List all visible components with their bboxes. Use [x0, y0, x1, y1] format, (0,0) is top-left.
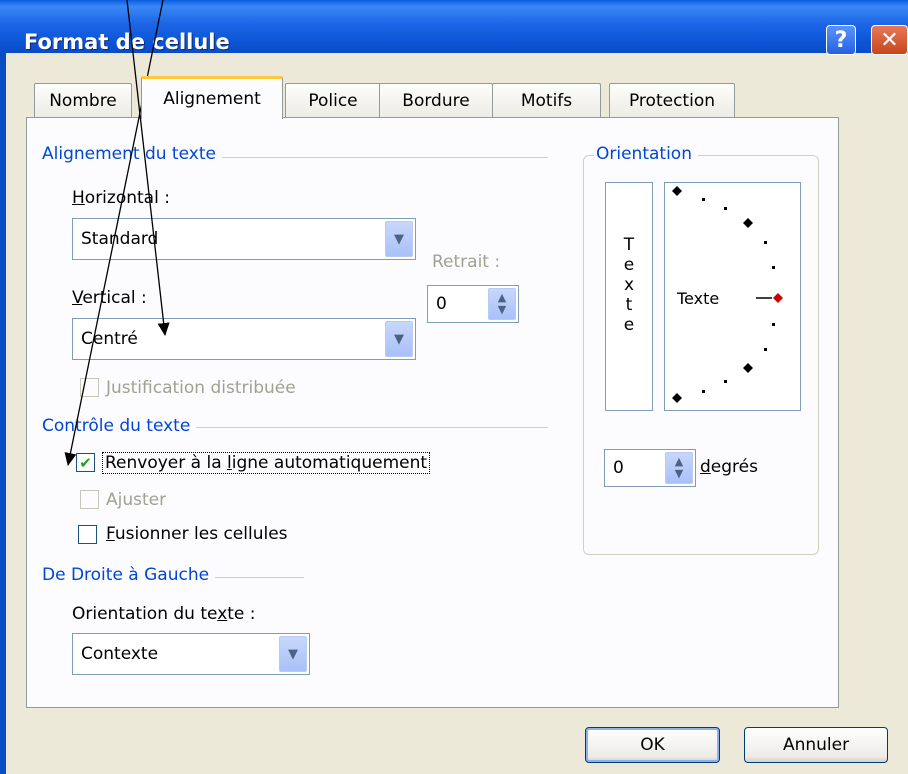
wrap-text-label[interactable]: Renvoyer à la ligne automatiquement [102, 452, 431, 474]
spin-up-down-icon[interactable]: ▲ ▼ [665, 452, 693, 484]
dial-dot [772, 266, 775, 269]
group-label-orientation: Orientation [594, 144, 698, 164]
merge-cells-checkbox[interactable] [78, 525, 97, 544]
tab-motifs[interactable]: Motifs [492, 83, 601, 118]
shrink-to-fit-checkbox[interactable] [80, 490, 99, 509]
distributed-label: Justification distribuée [106, 378, 296, 398]
close-button[interactable]: ✕ [871, 25, 908, 55]
merge-cells-label-accel: F [106, 524, 115, 544]
vertical-text-letter: T [623, 235, 635, 255]
tab-bordure[interactable]: Bordure [379, 83, 493, 118]
vertical-label-accel: V [72, 288, 83, 308]
vertical-select[interactable]: Centré ▼ [72, 318, 416, 360]
shrink-to-fit-label: Ajuster [106, 490, 167, 510]
vertical-text-button[interactable]: T e x t e [605, 182, 653, 411]
ok-button[interactable]: OK [585, 727, 720, 763]
spin-up-down-icon[interactable]: ▲ ▼ [488, 288, 516, 320]
merge-cells-label-text: usionner les cellules [114, 524, 288, 544]
vertical-text-letter: e [623, 315, 635, 335]
dial-dot [764, 348, 767, 351]
vertical-label-text: ertical : [82, 288, 147, 308]
text-direction-label-pre: Orientation du te [72, 604, 218, 624]
dial-marker-selected[interactable] [773, 293, 783, 303]
dial-marker[interactable] [672, 186, 682, 196]
dial-dot [724, 380, 727, 383]
wrap-text-checkbox[interactable]: ✔ [76, 453, 95, 472]
horizontal-label-accel: H [72, 188, 85, 208]
group-label-rtl: De Droite à Gauche [42, 565, 216, 585]
degrees-spinner[interactable]: 0 ▲ ▼ [604, 449, 696, 487]
horizontal-label-text: orizontal : [84, 188, 170, 208]
window-title: Format de cellule [24, 30, 230, 54]
window-frame [0, 53, 6, 774]
vertical-text-letter: e [623, 255, 635, 275]
horizontal-select-value: Standard [81, 229, 159, 249]
distributed-checkbox[interactable] [80, 378, 99, 397]
tab-police[interactable]: Police [285, 83, 381, 118]
dial-dot [724, 207, 727, 210]
wrap-text-label-pre: Renvoyer à la [105, 453, 228, 473]
dial-dot [702, 198, 705, 201]
group-label-text-control: Contrôle du texte [42, 416, 197, 436]
tab-protection[interactable]: Protection [609, 83, 735, 118]
vertical-text-letter: t [625, 295, 633, 315]
degrees-value: 0 [613, 458, 624, 478]
text-direction-label-accel: x [217, 604, 228, 624]
help-button[interactable]: ? [826, 25, 856, 55]
dial-marker[interactable] [743, 363, 753, 373]
group-label-text-alignment: Alignement du texte [42, 144, 222, 164]
orientation-dial-graphic[interactable]: Texte [664, 182, 801, 411]
text-direction-label: Orientation du texte : [72, 604, 256, 624]
vertical-select-value: Centré [81, 329, 138, 349]
degrees-label-text: egrés [710, 457, 758, 477]
degrees-label-accel: d [700, 457, 711, 477]
chevron-down-icon[interactable]: ▼ [279, 636, 307, 672]
indent-spinner[interactable]: 0 ▲ ▼ [427, 285, 519, 323]
checkmark-icon: ✔ [79, 453, 92, 472]
text-direction-label-post: te : [227, 604, 256, 624]
dial-marker[interactable] [672, 393, 682, 403]
text-direction-select-value: Contexte [81, 644, 159, 664]
wrap-text-label-post: igne automatiquement [231, 453, 428, 473]
horizontal-label: Horizontal : [72, 188, 170, 208]
indent-value: 0 [436, 294, 447, 314]
dial-marker[interactable] [743, 218, 753, 228]
chevron-down-icon[interactable]: ▼ [385, 221, 413, 257]
degrees-label: degrés [700, 457, 758, 477]
cancel-button[interactable]: Annuler [744, 727, 888, 763]
dial-dot [772, 323, 775, 326]
vertical-label: Vertical : [72, 288, 147, 308]
vertical-text-letter: x [623, 275, 635, 295]
indent-label: Retrait : [432, 252, 501, 272]
dial-dot [702, 390, 705, 393]
text-direction-select[interactable]: Contexte ▼ [72, 633, 310, 675]
chevron-down-icon[interactable]: ▼ [385, 321, 413, 357]
tab-nombre[interactable]: Nombre [34, 83, 132, 118]
dial-dot [764, 241, 767, 244]
merge-cells-label[interactable]: Fusionner les cellules [106, 524, 288, 544]
dial-text: Texte [676, 289, 719, 308]
tab-alignement[interactable]: Alignement [141, 76, 283, 119]
horizontal-select[interactable]: Standard ▼ [72, 218, 416, 260]
